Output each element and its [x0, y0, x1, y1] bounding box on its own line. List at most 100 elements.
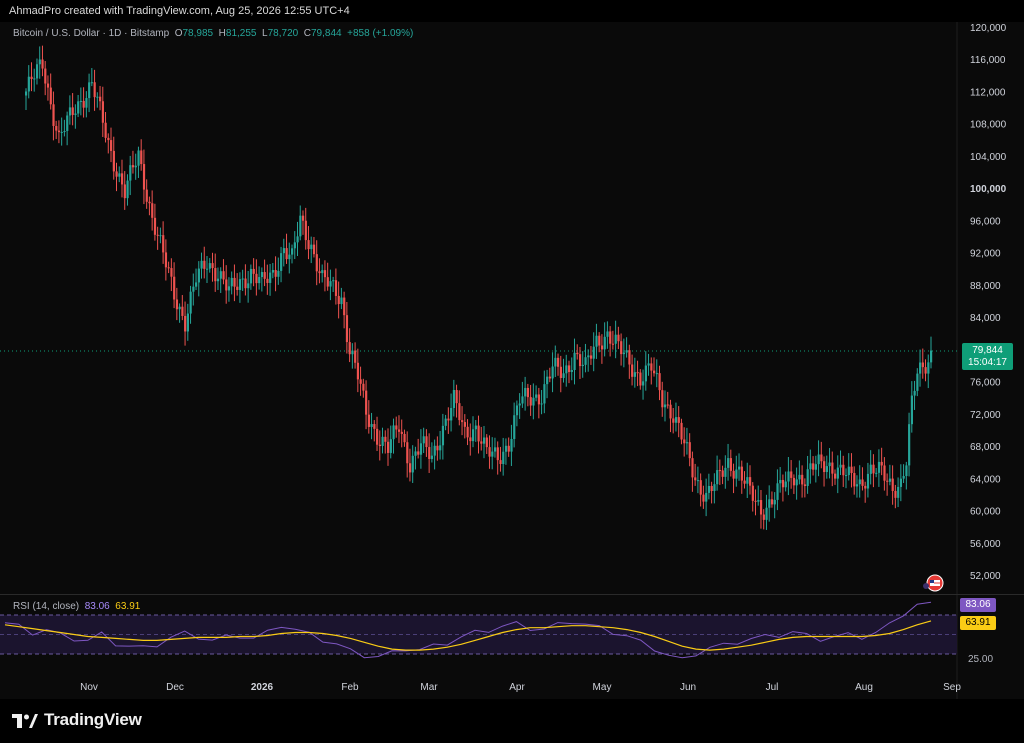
- candle-body: [195, 282, 198, 287]
- candle-body: [875, 472, 878, 474]
- candle-body: [759, 500, 763, 515]
- candle-body: [916, 373, 919, 391]
- candle-body: [921, 362, 924, 368]
- candle-body: [397, 429, 401, 432]
- candle-body: [559, 366, 562, 378]
- time-axis-label: Dec: [166, 682, 184, 693]
- candle-body: [337, 295, 340, 305]
- candle-body: [49, 87, 52, 105]
- candle-body: [282, 248, 285, 254]
- candle-body: [74, 113, 77, 115]
- candle-body: [565, 365, 568, 374]
- candle-body: [184, 315, 187, 332]
- candle-body: [732, 470, 735, 479]
- candle-body: [694, 477, 697, 481]
- candle-body: [326, 277, 329, 287]
- candle-body: [765, 507, 768, 520]
- low-value: 78,720: [267, 28, 299, 39]
- candle-body: [537, 394, 541, 405]
- candle-body: [389, 439, 392, 453]
- candle-body: [891, 478, 894, 491]
- price-axis-label: 112,000: [970, 87, 1006, 98]
- candle-body: [118, 173, 121, 177]
- rsi-ma-tag: 63.91: [960, 616, 996, 630]
- candle-body: [315, 254, 318, 272]
- time-axis-label: Feb: [341, 682, 359, 693]
- candle-body: [461, 420, 464, 423]
- tradingview-brand[interactable]: TradingView: [12, 710, 142, 730]
- candle-body: [535, 394, 538, 398]
- candle-body: [151, 203, 154, 218]
- candle-body: [469, 437, 472, 442]
- rsi-legend: RSI (14, close) 83.06 63.91: [13, 601, 140, 612]
- candle-body: [365, 390, 368, 415]
- price-axis-label: 60,000: [970, 507, 1001, 518]
- chart-svg[interactable]: 52,000 56,000 60,000 64,000 68,000 72,000 76,0…: [0, 0, 1024, 743]
- candle-body: [77, 101, 80, 114]
- candle-body: [101, 101, 104, 123]
- candle-body: [356, 362, 360, 380]
- candle-body: [233, 277, 236, 287]
- event-flag-icon[interactable]: [923, 574, 944, 592]
- candle-body: [384, 436, 387, 442]
- candle-body: [79, 100, 83, 102]
- candle-body: [548, 376, 552, 379]
- candle-body: [532, 397, 535, 406]
- candle-body: [348, 342, 351, 355]
- candle-body: [562, 373, 565, 378]
- candle-body: [329, 281, 332, 287]
- price-axis-label: 64,000: [970, 474, 1001, 485]
- candle-body: [493, 447, 497, 452]
- candle-body: [839, 464, 842, 468]
- candle-body: [787, 471, 790, 482]
- candle-body: [847, 466, 850, 476]
- rsi-ma-value: 63.91: [115, 601, 141, 612]
- symbol-title: Bitcoin / U.S. Dollar · 1D · Bitstamp: [13, 28, 170, 39]
- candle-body: [754, 500, 757, 502]
- price-axis-label: 92,000: [970, 249, 1001, 260]
- candle-body: [578, 354, 582, 367]
- time-axis-label: Jun: [680, 682, 696, 693]
- candle-body: [381, 436, 384, 446]
- candle-body: [820, 454, 823, 462]
- candle-body: [373, 424, 376, 429]
- candle-body: [236, 286, 239, 290]
- candle-body: [611, 343, 615, 345]
- candle-body: [400, 431, 403, 434]
- candle-body: [803, 484, 807, 486]
- candle-body: [474, 425, 477, 430]
- rsi-axis-label-25: 25.00: [968, 654, 993, 665]
- candle-body: [222, 271, 225, 280]
- high-value: 81,255: [225, 28, 257, 39]
- candle-body: [795, 479, 798, 486]
- candle-body: [104, 122, 107, 138]
- candle-body: [252, 268, 255, 274]
- candle-body: [120, 173, 124, 185]
- candle-body: [798, 474, 801, 480]
- candle-body: [260, 272, 264, 278]
- candle-body: [639, 372, 642, 386]
- candle-body: [858, 479, 861, 485]
- candle-body: [30, 76, 33, 80]
- candle-body: [784, 481, 787, 488]
- candle-body: [280, 253, 283, 271]
- candle-body: [455, 389, 458, 404]
- candle-body: [211, 263, 214, 269]
- candle-body: [299, 215, 302, 237]
- candle-body: [642, 381, 645, 386]
- time-axis-label: May: [593, 682, 612, 693]
- candle-body: [729, 458, 733, 471]
- candle-body: [167, 267, 170, 269]
- candle-body: [688, 442, 691, 459]
- candle-body: [529, 397, 532, 406]
- candle-body: [200, 260, 203, 269]
- candle-body: [910, 395, 914, 425]
- candle-body: [584, 357, 587, 365]
- high-label: H: [218, 28, 226, 39]
- candle-body: [85, 98, 88, 108]
- candle-body: [606, 331, 609, 337]
- candle-body: [897, 486, 900, 498]
- candle-body: [491, 451, 494, 457]
- candle-body: [631, 364, 634, 377]
- candle-body: [617, 334, 620, 342]
